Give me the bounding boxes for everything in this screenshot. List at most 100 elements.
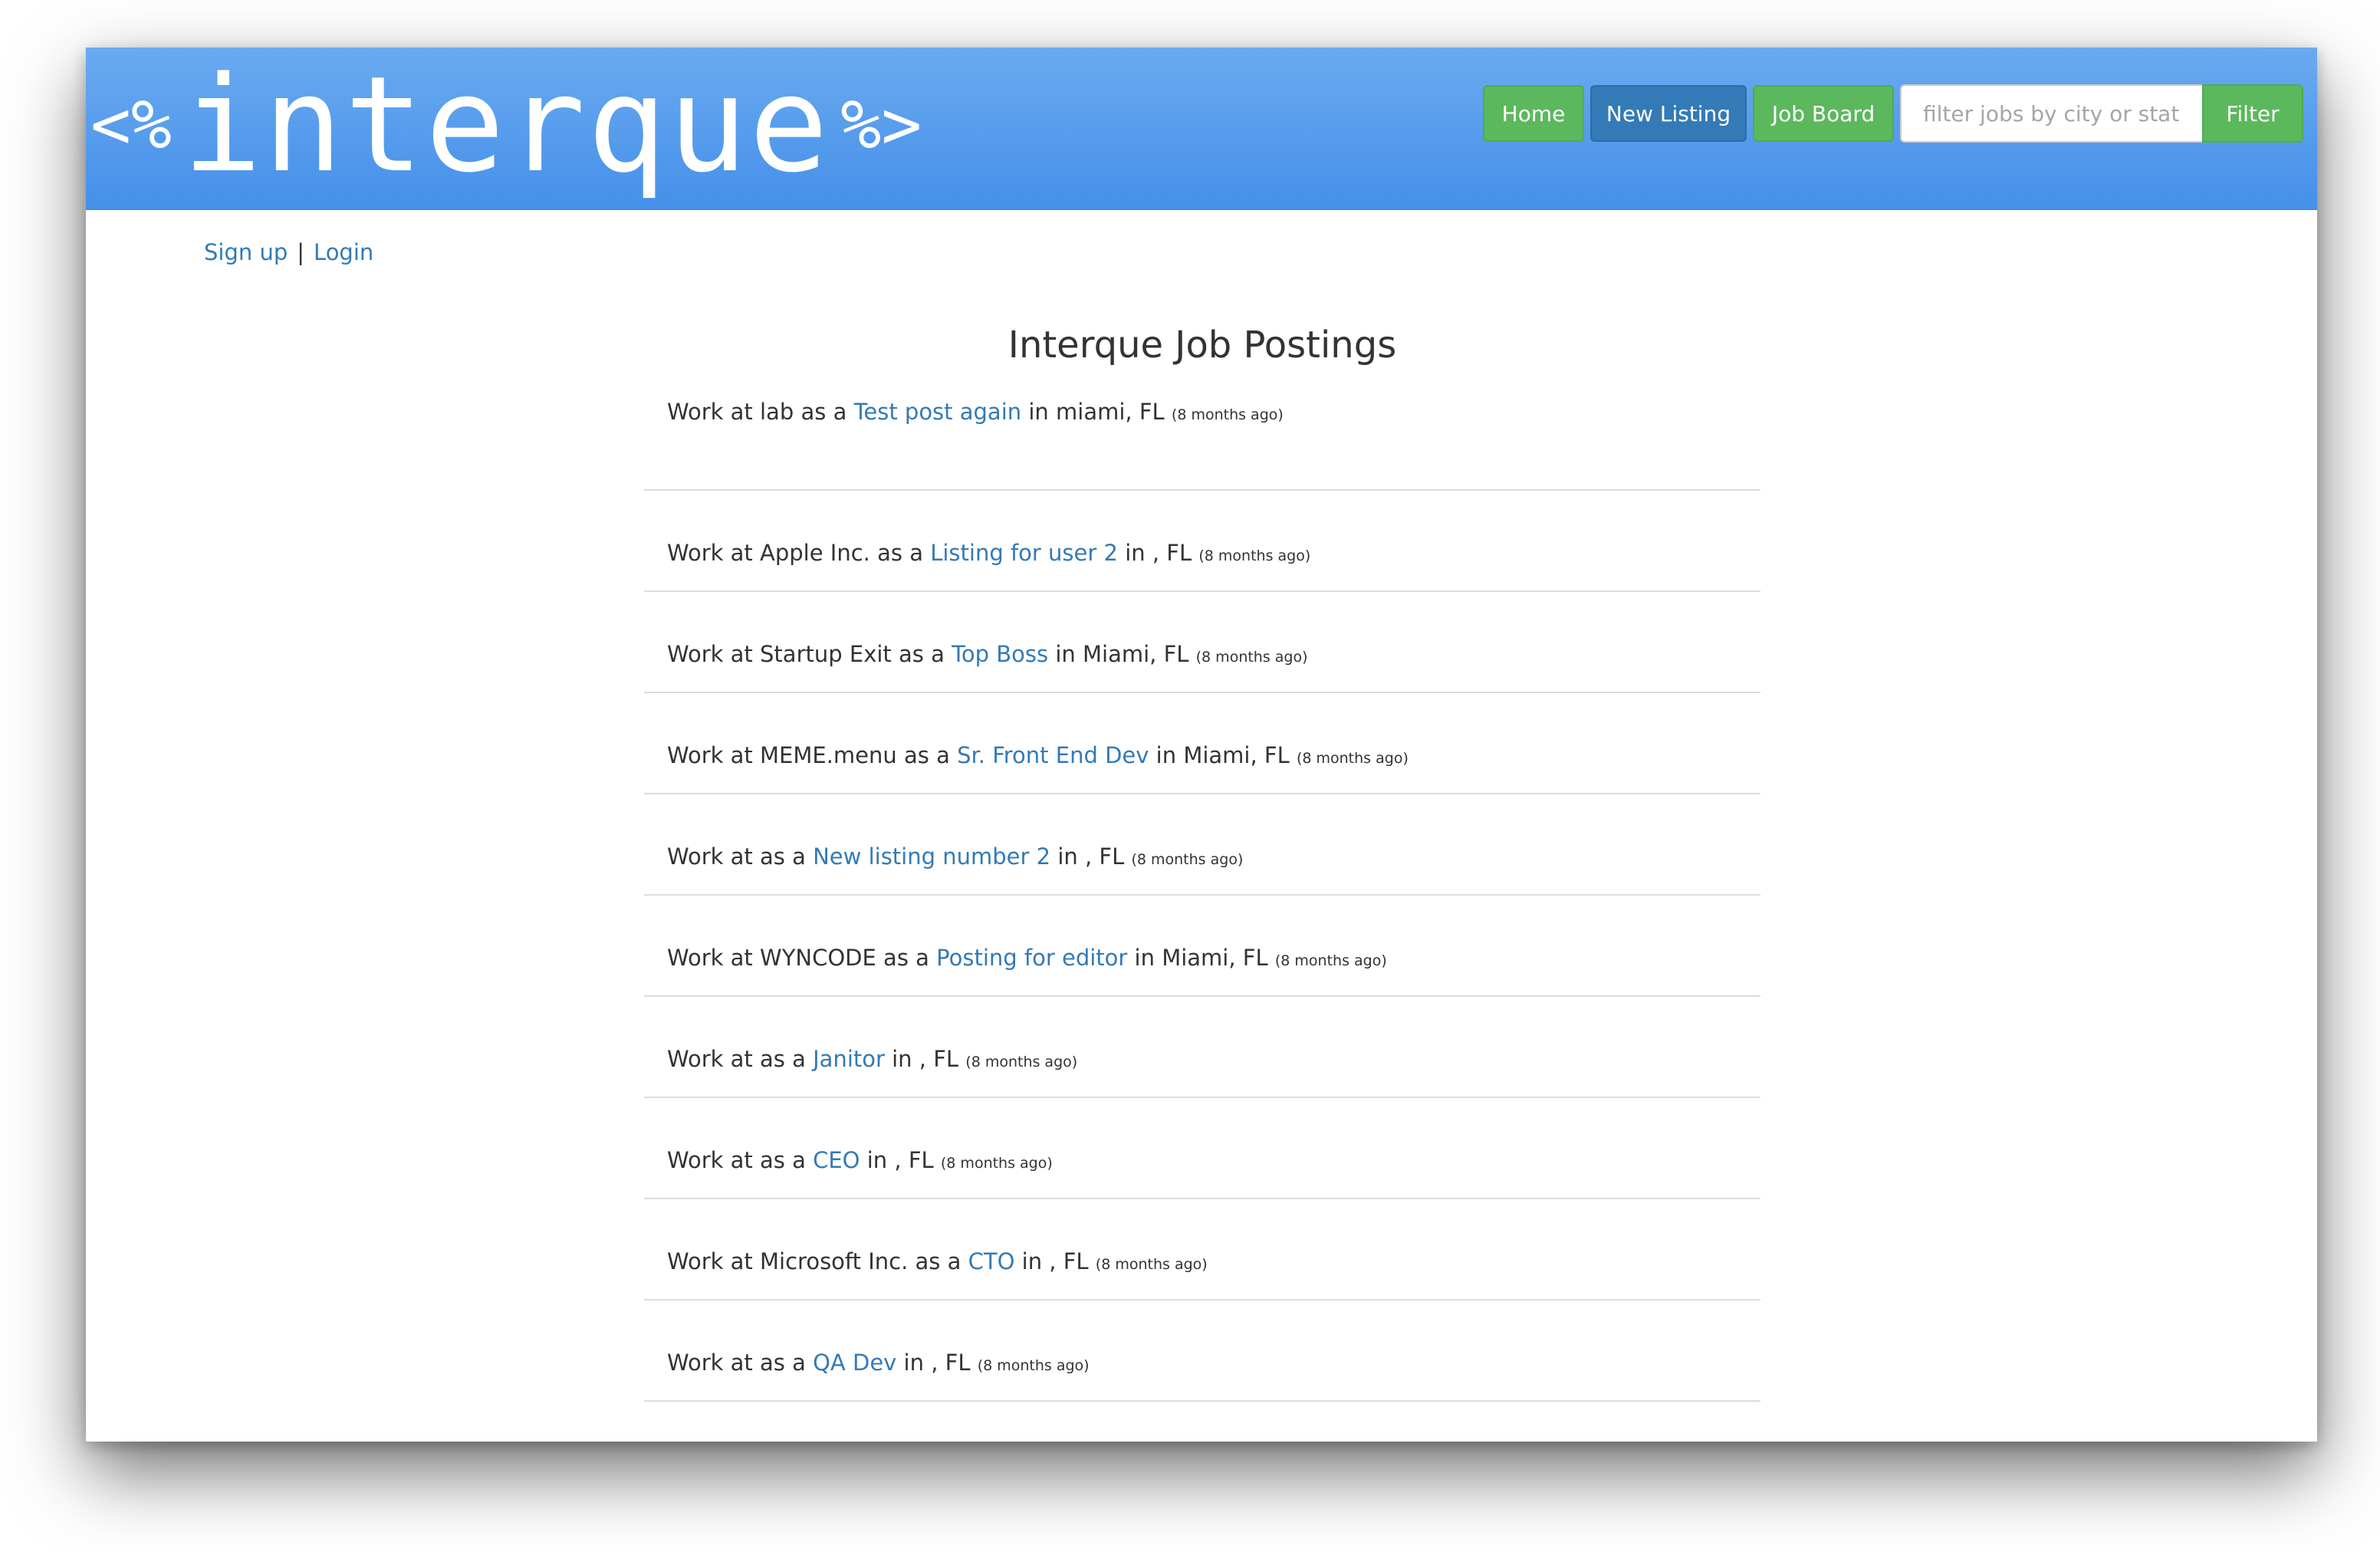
top-nav: Home New Listing Job Board Filter <box>1483 84 2303 143</box>
login-link[interactable]: Login <box>314 239 373 265</box>
posting-prefix: Work at <box>667 1350 753 1376</box>
job-postings-list: Work at lab as a Test post again in miam… <box>644 399 1760 1442</box>
home-button[interactable]: Home <box>1483 85 1584 142</box>
posting-state: FL <box>1139 399 1165 425</box>
posting-title-link[interactable]: Test post again <box>854 399 1022 425</box>
posting-company: Startup Exit <box>760 641 892 667</box>
posting-age: (8 months ago) <box>940 1155 1053 1172</box>
posting-city: , <box>919 1046 926 1072</box>
posting-prefix: Work at <box>667 641 753 667</box>
posting-city: miami, <box>1056 399 1132 425</box>
posting-city: Miami, <box>1162 945 1236 971</box>
posting-prefix: Work at <box>667 399 753 425</box>
posting-in: in <box>1134 945 1155 971</box>
posting-company: MEME.menu <box>760 742 897 768</box>
posting-as: as a <box>915 1248 962 1274</box>
posting-age: (8 months ago) <box>1274 952 1387 969</box>
posting-age: (8 months ago) <box>977 1357 1090 1374</box>
posting-age: (8 months ago) <box>1195 649 1308 666</box>
posting-title-link[interactable]: QA Dev <box>813 1350 896 1376</box>
posting-age: (8 months ago) <box>1296 750 1409 767</box>
job-posting-row: Work at Apple Inc. as a Listing for user… <box>644 491 1760 592</box>
posting-city: , <box>894 1147 902 1173</box>
auth-separator: | <box>297 239 305 265</box>
posting-as: as a <box>760 1350 806 1376</box>
job-posting-row: Work at MEME.menu as a Sr. Front End Dev… <box>644 693 1760 794</box>
posting-company: lab <box>760 399 794 425</box>
posting-city: , <box>1152 540 1160 566</box>
brand-logo[interactable]: <% interque %> <box>90 48 922 206</box>
posting-age: (8 months ago) <box>1198 547 1311 564</box>
site-header: <% interque %> Home New Listing Job Boar… <box>86 48 2317 210</box>
posting-age: (8 months ago) <box>1131 851 1244 868</box>
job-posting-row: Work at as a Janitor in , FL (8 months a… <box>644 997 1760 1098</box>
posting-title-link[interactable]: Posting for editor <box>936 945 1127 971</box>
posting-title-link[interactable]: Janitor <box>813 1046 885 1072</box>
posting-state: FL <box>1063 1248 1089 1274</box>
posting-company: WYNCODE <box>760 945 876 971</box>
browser-window: <% interque %> Home New Listing Job Boar… <box>86 48 2317 1442</box>
posting-as: as a <box>877 540 923 566</box>
posting-in: in <box>1125 540 1146 566</box>
posting-prefix: Work at <box>667 742 753 768</box>
posting-state: FL <box>1163 641 1189 667</box>
posting-title-link[interactable]: Sr. Front End Dev <box>957 742 1149 768</box>
posting-as: as a <box>760 1147 806 1173</box>
posting-as: as a <box>904 742 950 768</box>
posting-state: FL <box>945 1350 971 1376</box>
posting-city: , <box>1084 843 1093 870</box>
posting-state: FL <box>1242 945 1268 971</box>
posting-state: FL <box>908 1147 934 1173</box>
posting-title-link[interactable]: CTO <box>968 1248 1015 1274</box>
job-posting-row: Work at Startup Exit as a Top Boss in Mi… <box>644 592 1760 693</box>
job-posting-row-clipped <box>644 1402 1760 1442</box>
posting-state: FL <box>1099 843 1125 870</box>
posting-title-link[interactable]: New listing number 2 <box>813 843 1050 870</box>
job-board-button[interactable]: Job Board <box>1753 85 1894 142</box>
posting-title-link[interactable]: Top Boss <box>952 641 1048 667</box>
posting-as: as a <box>760 1046 806 1072</box>
signup-link[interactable]: Sign up <box>204 239 288 265</box>
page-title: Interque Job Postings <box>1008 324 1397 367</box>
job-posting-row: Work at Microsoft Inc. as a CTO in , FL … <box>644 1199 1760 1300</box>
posting-in: in <box>866 1147 888 1173</box>
posting-company: Apple Inc. <box>760 540 870 566</box>
location-filter-input[interactable] <box>1900 84 2202 143</box>
posting-state: FL <box>1166 540 1192 566</box>
posting-age: (8 months ago) <box>965 1054 1078 1070</box>
job-posting-row: Work at as a QA Dev in , FL (8 months ag… <box>644 1300 1760 1402</box>
posting-in: in <box>1155 742 1177 768</box>
posting-age: (8 months ago) <box>1171 406 1284 423</box>
posting-prefix: Work at <box>667 1248 753 1274</box>
posting-in: in <box>1057 843 1078 870</box>
posting-in: in <box>892 1046 912 1072</box>
posting-title-link[interactable]: Listing for user 2 <box>930 540 1118 566</box>
posting-state: FL <box>1264 742 1290 768</box>
posting-as: as a <box>883 945 929 971</box>
posting-age: (8 months ago) <box>1095 1256 1208 1273</box>
posting-in: in <box>903 1350 924 1376</box>
posting-city: , <box>931 1350 939 1376</box>
logo-open-tag: <% <box>90 84 172 164</box>
posting-in: in <box>1028 399 1049 425</box>
posting-prefix: Work at <box>667 945 753 971</box>
posting-title-link[interactable]: CEO <box>813 1147 860 1173</box>
posting-as: as a <box>760 843 806 870</box>
posting-prefix: Work at <box>667 1147 753 1173</box>
posting-prefix: Work at <box>667 843 753 870</box>
new-listing-button[interactable]: New Listing <box>1590 85 1747 142</box>
posting-as: as a <box>800 399 847 425</box>
logo-wordmark: interque <box>182 48 830 202</box>
filter-button[interactable]: Filter <box>2202 84 2303 143</box>
posting-in: in <box>1055 641 1076 667</box>
posting-prefix: Work at <box>667 1046 753 1072</box>
auth-links: Sign up | Login <box>204 239 373 265</box>
posting-as: as a <box>899 641 945 667</box>
posting-city: Miami, <box>1183 742 1257 768</box>
posting-state: FL <box>933 1046 959 1072</box>
job-posting-row: Work at lab as a Test post again in miam… <box>644 399 1760 491</box>
posting-in: in <box>1021 1248 1043 1274</box>
posting-city: , <box>1049 1248 1057 1274</box>
posting-prefix: Work at <box>667 540 753 566</box>
logo-close-tag: %> <box>840 84 922 164</box>
